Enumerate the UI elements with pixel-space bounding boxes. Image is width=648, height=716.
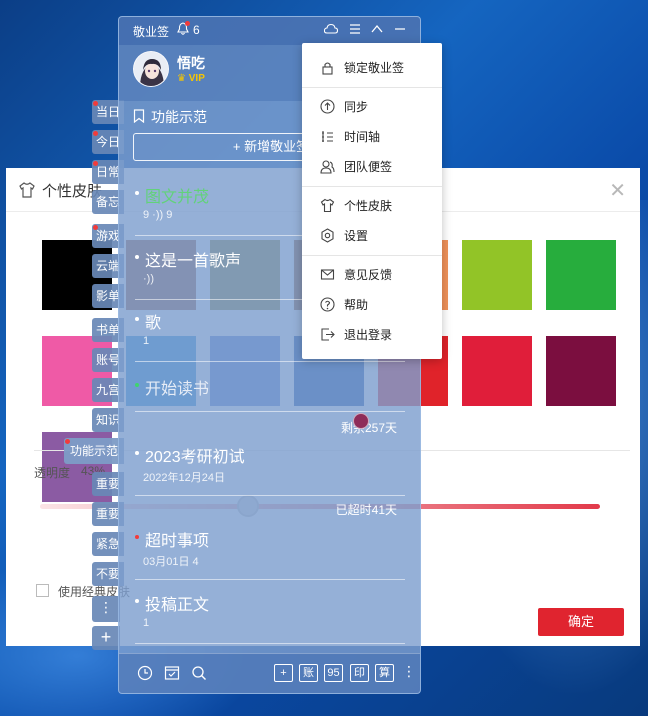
menu-icon[interactable] <box>348 22 362 36</box>
note-meta: 1 <box>143 617 150 629</box>
menu-item[interactable]: 时间轴 <box>302 122 442 150</box>
help-icon <box>320 297 335 312</box>
vip-badge: ♛ VIP <box>177 73 205 84</box>
tag-active[interactable]: 功能示范 <box>64 438 124 464</box>
note-status: 已超时41天 <box>335 503 397 517</box>
menu-item-label: 退出登录 <box>344 328 393 342</box>
shirt-icon <box>19 182 35 198</box>
note-title: 歌 <box>145 315 162 332</box>
toolbar-button[interactable]: 账 <box>299 664 318 682</box>
menu-item-label: 团队便签 <box>344 160 393 174</box>
search-icon[interactable] <box>191 665 207 681</box>
feedback-icon <box>320 269 335 280</box>
note-title: 投稿正文 <box>145 597 210 614</box>
bookmark-icon <box>133 109 145 123</box>
note-title: 2023考研初试 <box>145 449 245 466</box>
minimize-icon[interactable] <box>393 22 407 36</box>
divider <box>135 411 405 412</box>
divider <box>135 579 405 580</box>
menu-item-label: 设置 <box>344 229 369 243</box>
divider <box>302 255 442 256</box>
panel-toolbar: + 账 95 印算 ⋮ <box>119 653 420 693</box>
classic-skin-checkbox[interactable] <box>36 584 49 597</box>
menu-item-label: 个性皮肤 <box>344 199 393 213</box>
note-bullet <box>135 191 139 195</box>
toolbar-button[interactable]: 印 <box>350 664 369 682</box>
divider <box>135 643 405 644</box>
lock-icon <box>322 62 333 75</box>
note-bullet <box>135 599 139 603</box>
skin-swatch[interactable] <box>546 336 616 406</box>
menu-item[interactable]: 意见反馈 <box>302 260 442 288</box>
note-bullet <box>135 535 139 539</box>
section-title: 功能示范 <box>151 109 207 125</box>
note-title: 开始读书 <box>145 381 210 398</box>
skin-swatch[interactable] <box>462 240 532 310</box>
note-meta: 9 ·)) 9 <box>143 209 173 221</box>
add-tag-icon[interactable]: + <box>92 626 120 650</box>
note-meta: 2022年12月24日 <box>143 472 225 484</box>
done-check-icon[interactable] <box>353 413 369 429</box>
shirt-icon <box>320 198 335 213</box>
panel-titlebar: 敬业签 6 <box>119 17 420 45</box>
menu-item[interactable]: 设置 <box>302 221 442 249</box>
confirm-button[interactable]: 确定 <box>538 608 624 636</box>
divider <box>135 361 405 362</box>
note-title: 图文并茂 <box>145 189 210 206</box>
main-menu: 锁定敬业签同步时间轴团队便签个性皮肤设置意见反馈帮助退出登录 <box>302 43 442 359</box>
logout-icon <box>321 328 335 341</box>
toolbar-button[interactable]: 算 <box>375 664 394 682</box>
close-icon[interactable]: ✕ <box>609 178 626 203</box>
opacity-label: 透明度 <box>34 466 71 480</box>
menu-item-label: 锁定敬业签 <box>344 61 405 75</box>
cloud-sync-icon[interactable] <box>324 22 338 36</box>
skin-swatch[interactable] <box>462 336 532 406</box>
notification-count: 6 <box>193 23 200 37</box>
note-title: 超时事项 <box>145 533 210 550</box>
menu-item[interactable]: 个性皮肤 <box>302 191 442 219</box>
checklist-icon[interactable] <box>164 665 180 681</box>
settings-icon <box>321 228 334 243</box>
team-icon <box>320 160 335 174</box>
divider <box>302 186 442 187</box>
menu-item[interactable]: 退出登录 <box>302 320 442 348</box>
menu-item[interactable]: 帮助 <box>302 290 442 318</box>
more-tags-icon[interactable]: ⋮ <box>92 596 120 622</box>
divider <box>135 495 405 496</box>
menu-item-label: 帮助 <box>344 298 369 312</box>
collapse-icon[interactable] <box>370 22 384 36</box>
skin-swatch[interactable] <box>546 240 616 310</box>
note-bullet <box>135 255 139 259</box>
menu-item[interactable]: 同步 <box>302 92 442 120</box>
add-button[interactable]: + <box>274 664 293 682</box>
vip-label: VIP <box>188 73 205 84</box>
toolbar-button[interactable]: 95 <box>324 664 343 682</box>
notification-dot <box>185 21 190 26</box>
note-meta: 1 <box>143 335 150 347</box>
note-bullet <box>135 451 139 455</box>
note-bullet <box>135 383 139 387</box>
username: 悟吃 <box>177 55 205 71</box>
avatar[interactable] <box>133 51 169 87</box>
timeline-icon <box>322 131 333 142</box>
note-meta: 03月01日 4 <box>143 556 199 568</box>
note-bullet <box>135 317 139 321</box>
note-title: 这是一首歌声 <box>145 253 242 270</box>
menu-item[interactable]: 锁定敬业签 <box>302 53 442 81</box>
clock-icon[interactable] <box>137 665 153 681</box>
divider <box>302 87 442 88</box>
menu-item-label: 意见反馈 <box>344 268 393 282</box>
note-meta: ·)) <box>143 273 154 285</box>
menu-item[interactable]: 团队便签 <box>302 152 442 180</box>
app-name: 敬业签 <box>133 25 170 39</box>
menu-item-label: 时间轴 <box>344 130 381 144</box>
note-status: 剩余257天 <box>340 421 397 435</box>
menu-item-label: 同步 <box>344 100 369 114</box>
avatar-image <box>134 52 168 86</box>
sync-icon <box>320 99 335 114</box>
more-icon[interactable]: ⋮ <box>402 663 416 680</box>
